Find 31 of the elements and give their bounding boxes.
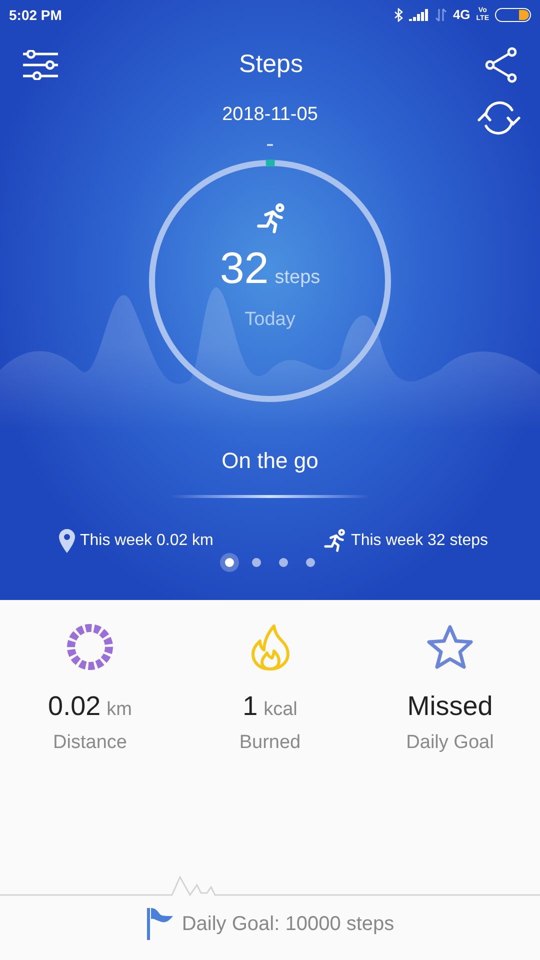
- stat-label: Burned: [239, 730, 301, 754]
- stat-value: 1: [242, 690, 258, 723]
- stat-label: Daily Goal: [406, 730, 494, 754]
- bluetooth-icon: [394, 8, 403, 22]
- activity-status: On the go: [222, 447, 318, 475]
- runner-icon: [321, 528, 348, 554]
- page-title: Steps: [239, 49, 303, 80]
- weekly-summary: This week 0.02 km: [80, 531, 214, 551]
- settings-icon[interactable]: [22, 50, 58, 80]
- signal-icon: [408, 9, 429, 21]
- daily-goal-text: Daily Goal: 10000 steps: [182, 912, 394, 937]
- star-icon: [426, 624, 474, 670]
- date-label: 2018-11-05: [222, 102, 318, 127]
- weekly-summary: This week 32 steps: [351, 531, 488, 551]
- stat-unit: km: [106, 698, 132, 722]
- network-type: 4G: [452, 6, 470, 24]
- share-icon[interactable]: [484, 47, 518, 83]
- goal-tick: [267, 144, 273, 146]
- dashed-ring-icon: [66, 623, 114, 671]
- step-unit: steps: [274, 266, 320, 290]
- stat-value: Missed: [407, 690, 493, 723]
- stat-label: Distance: [53, 730, 127, 754]
- status-time: 5:02 PM: [9, 6, 62, 24]
- data-arrows-icon: [434, 8, 447, 22]
- step-count: 32: [220, 244, 269, 294]
- location-pin-icon: [58, 529, 76, 553]
- flame-icon: [249, 623, 291, 671]
- battery-icon: [495, 8, 531, 22]
- stat-unit: kcal: [264, 698, 298, 722]
- stat-value: 0.02: [48, 690, 101, 723]
- period-label: Today: [244, 308, 296, 332]
